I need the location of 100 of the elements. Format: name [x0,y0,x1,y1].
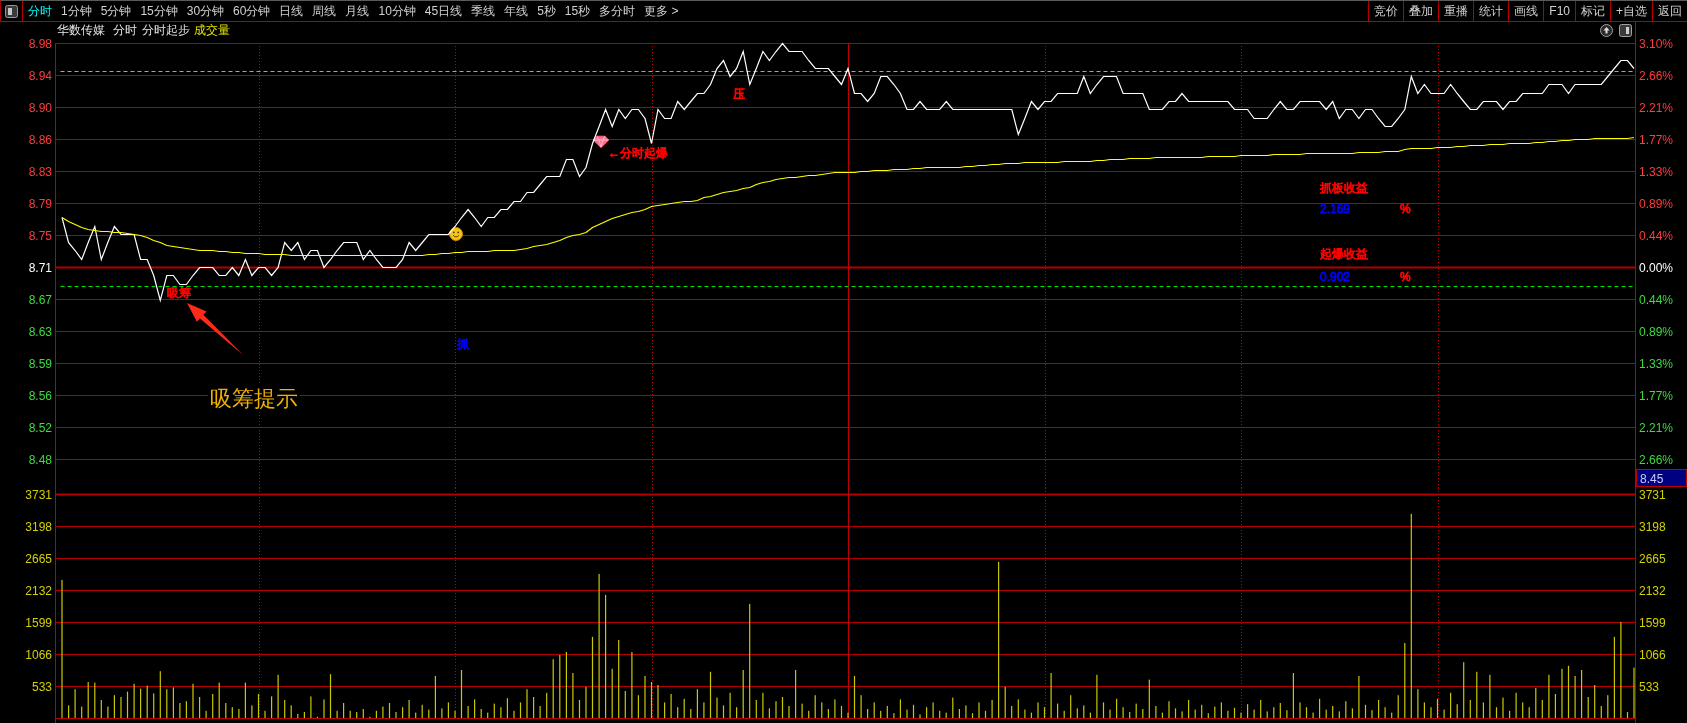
percent-axis-label: 1.33% [1639,164,1674,179]
volume-bar [388,703,391,718]
volume-axis-label: 2132 [1639,583,1666,598]
percent-axis-label: 0.89% [1639,324,1674,339]
up-arrow-circle-icon[interactable] [1600,23,1613,37]
percent-axis-label: 0.00% [1639,260,1674,275]
price-axis-label: 8.71 [28,260,52,275]
percent-axis-label: 1.77% [1639,388,1674,403]
toolbar-button[interactable]: 叠加 [1403,1,1439,21]
volume-bar [912,704,915,718]
volume-bar [840,706,843,718]
period-tab[interactable]: 15秒 [564,4,591,18]
cursor-price-tag: 8.45 [1636,469,1687,487]
volume-bar [1043,707,1046,718]
volume-axis-label: 2665 [25,551,52,566]
signal-label: 吸筹 [167,286,191,300]
volume-axis-label: 3198 [25,519,52,534]
stock-name: 华数传媒 [57,23,105,37]
period-tab[interactable]: 多分时 [599,4,636,18]
period-tab[interactable]: 1分钟 [61,4,92,18]
signal-label: 0.902 [1320,270,1351,284]
period-tab[interactable]: 分时 [28,4,52,18]
signal-label: 抓板收益 [1320,181,1368,195]
indicator-name: 分时起步 [142,23,190,37]
volume-bar [853,676,856,718]
period-tab[interactable]: 15分钟 [140,4,178,18]
price-axis-label: 8.63 [28,324,52,339]
period-tab[interactable]: 季线 [471,4,496,18]
toolbar-button[interactable]: 标记 [1575,1,1610,21]
period-tab[interactable]: 周线 [312,4,337,18]
period-tab[interactable]: 年线 [504,4,529,18]
arrow [187,303,243,355]
price-axis-label: 8.86 [28,132,52,147]
toolbar-button[interactable]: 竞价 [1368,1,1404,21]
percent-axis-label: 0.89% [1639,196,1674,211]
volume-axis-label: 1066 [25,647,52,662]
period-tab[interactable]: 5分钟 [100,4,132,18]
percent-axis-label: 1.33% [1639,356,1674,371]
price-axis-label: 8.90 [28,100,52,115]
period-tab[interactable]: 更多 > [644,4,679,18]
volume-bar [126,691,129,718]
volume-bar [984,710,987,718]
volume-axis-label: 1599 [1639,615,1666,630]
volume-bar [1174,708,1177,718]
period-tab[interactable]: 10分钟 [378,4,416,18]
toolbar-button[interactable]: +自选 [1610,1,1652,21]
volume-bar [709,671,712,718]
volume-bar [257,694,260,718]
volume-bar [1305,707,1308,718]
volume-bar [1436,698,1439,718]
percent-axis-label: 0.44% [1639,292,1674,307]
price-axis-label: 8.67 [28,292,52,307]
volume-bar [519,702,522,718]
toolbar-button[interactable]: 统计 [1473,1,1509,21]
callout-text: 吸筹提示 [208,385,300,412]
smiley-icon [449,227,463,241]
signal-label: 2.169 [1320,202,1351,216]
toolbar-button[interactable]: 返回 [1652,1,1687,21]
percent-axis-label: 2.21% [1639,100,1674,115]
toolbar-button[interactable]: 重播 [1438,1,1474,21]
signal-label: 起爆收益 [1320,247,1368,261]
volume-bar [1567,665,1570,718]
volume-bar [1102,702,1105,718]
price-axis-label: 8.94 [28,68,52,83]
volume-bar [1495,707,1498,718]
volume-axis-label: 3731 [1639,488,1666,502]
volume-axis-label: 3198 [1639,519,1666,534]
signal-label: 压 [733,87,745,101]
price-axis-label: 8.59 [28,356,52,371]
period-tab[interactable]: 月线 [345,4,370,18]
percent-axis-label: 3.10% [1639,38,1674,51]
period-tab[interactable]: 5秒 [537,4,556,18]
volume-axis-label: 2665 [1639,551,1666,566]
period-tab[interactable]: 60分钟 [233,4,271,18]
period-tab[interactable]: 30分钟 [186,4,225,18]
volume-axis-label: 533 [31,679,52,694]
price-axis-label: 8.52 [28,420,52,435]
price-axis-label: 8.56 [28,388,52,403]
volume-bar [460,670,463,718]
volume-bar [971,713,974,718]
percent-axis-label: 0.44% [1639,228,1674,243]
gem-icon [592,135,610,149]
percent-axis-label: 1.77% [1639,132,1674,147]
price-axis-label: 8.75 [28,228,52,243]
volume-bar [722,705,725,718]
price-axis-label: 8.83 [28,164,52,179]
panel-toggle-icon[interactable] [1619,23,1632,37]
toolbar-button[interactable]: 画线 [1508,1,1544,21]
panel-toggle-icon[interactable] [5,4,18,18]
percent-axis-label: 2.21% [1639,420,1674,435]
volume-bar [1626,712,1629,718]
volume-bar [578,700,581,718]
period-tab[interactable]: 日线 [279,4,304,18]
period-tab[interactable]: 45日线 [424,4,463,18]
volume-bar [1233,707,1236,718]
volume-bar [329,674,332,718]
volume-axis-label: 2132 [25,583,52,598]
volume-bar [781,697,784,718]
toolbar-button[interactable]: F10 [1543,1,1575,21]
signal-label: % [1400,270,1411,284]
